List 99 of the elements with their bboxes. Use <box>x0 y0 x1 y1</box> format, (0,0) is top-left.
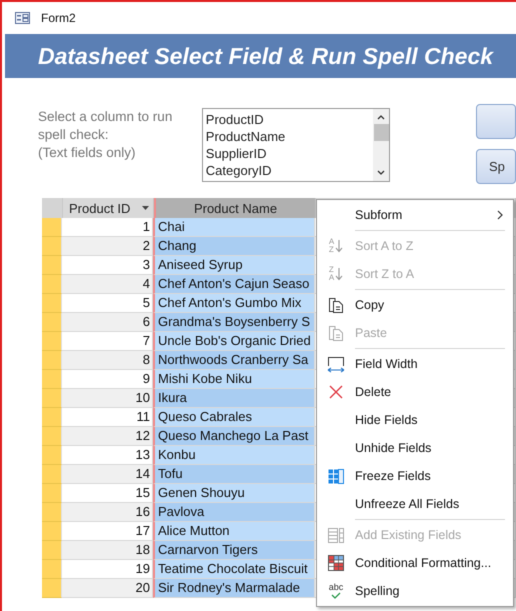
record-selector[interactable] <box>42 237 62 256</box>
table-cell: Uncle Bob's Organic Dried <box>153 332 315 351</box>
field-width-icon <box>327 356 345 372</box>
table-cell: 1 <box>62 218 153 237</box>
table-cell: 14 <box>62 465 153 484</box>
scroll-up-icon[interactable] <box>376 113 386 121</box>
table-cell: 19 <box>62 560 153 579</box>
menu-item[interactable]: Conditional Formatting... <box>317 549 513 577</box>
scrollbar[interactable] <box>373 109 389 181</box>
record-selector[interactable] <box>42 275 62 294</box>
field-list[interactable]: ProductID ProductName SupplierID CategoryID <box>202 108 390 182</box>
table-cell: Northwoods Cranberry Sa <box>153 351 315 370</box>
dropdown-arrow-icon[interactable] <box>142 206 150 210</box>
table-cell: 16 <box>62 503 153 522</box>
table-cell: 11 <box>62 408 153 427</box>
instruction-text: spell check: <box>38 126 110 144</box>
form-icon <box>15 12 30 24</box>
copy-icon <box>328 296 344 314</box>
menu-item[interactable]: Freeze Fields <box>317 462 513 490</box>
record-selector[interactable] <box>42 351 62 370</box>
record-selector[interactable] <box>42 294 62 313</box>
record-selector[interactable] <box>42 218 62 237</box>
table-cell: 12 <box>62 427 153 446</box>
spelling-button[interactable]: Sp <box>476 149 516 184</box>
table-cell: Ikura <box>153 389 315 408</box>
table-cell: Tofu <box>153 465 315 484</box>
menu-item[interactable]: Subform <box>317 201 513 229</box>
table-cell: Aniseed Syrup <box>153 256 315 275</box>
record-selector[interactable] <box>42 332 62 351</box>
table-cell: Sir Rodney's Marmalade <box>153 579 315 598</box>
record-selector[interactable] <box>42 522 62 541</box>
delete-icon <box>329 385 343 399</box>
table-cell: Genen Shouyu <box>153 484 315 503</box>
table-cell: 20 <box>62 579 153 598</box>
table-cell: Konbu <box>153 446 315 465</box>
table-cell: 3 <box>62 256 153 275</box>
field-list-item[interactable]: ProductID <box>206 111 370 128</box>
record-selector[interactable] <box>42 427 62 446</box>
table-cell: 4 <box>62 275 153 294</box>
table-cell: 15 <box>62 484 153 503</box>
record-selector[interactable] <box>42 313 62 332</box>
menu-item[interactable]: Field Width <box>317 350 513 378</box>
record-selector[interactable] <box>42 560 62 579</box>
table-cell: 17 <box>62 522 153 541</box>
table-cell: Pavlova <box>153 503 315 522</box>
instruction-text: (Text fields only) <box>38 144 137 162</box>
table-cell: Queso Manchego La Past <box>153 427 315 446</box>
table-cell: Chef Anton's Cajun Seaso <box>153 275 315 294</box>
column-header[interactable]: Product ID <box>63 198 154 218</box>
menu-item[interactable]: Unhide Fields <box>317 434 513 462</box>
table-cell: Teatime Chocolate Biscuit <box>153 560 315 579</box>
table-cell: Chang <box>153 237 315 256</box>
chevron-right-icon <box>497 210 503 220</box>
field-list-item[interactable]: CategoryID <box>206 162 370 179</box>
record-selector[interactable] <box>42 541 62 560</box>
table-cell: Grandma's Boysenberry S <box>153 313 315 332</box>
table-cell: Queso Cabrales <box>153 408 315 427</box>
menu-item[interactable]: Unfreeze All Fields <box>317 490 513 518</box>
menu-item[interactable]: Copy <box>317 291 513 319</box>
paste-icon <box>328 324 344 342</box>
table-cell: 5 <box>62 294 153 313</box>
fields-icon <box>328 528 344 542</box>
record-selector[interactable] <box>42 446 62 465</box>
record-selector[interactable] <box>42 370 62 389</box>
field-list-item[interactable]: SupplierID <box>206 145 370 162</box>
table-cell: 10 <box>62 389 153 408</box>
table-cell: Alice Mutton <box>153 522 315 541</box>
record-selector[interactable] <box>42 579 62 598</box>
record-selector[interactable] <box>42 408 62 427</box>
column-header[interactable]: Product Name <box>154 198 316 218</box>
record-selector[interactable] <box>42 256 62 275</box>
table-cell: Mishi Kobe Niku <box>153 370 315 389</box>
table-cell: 13 <box>62 446 153 465</box>
scroll-thumb[interactable] <box>374 124 388 141</box>
record-selector[interactable] <box>42 465 62 484</box>
table-cell: 6 <box>62 313 153 332</box>
select-all-corner[interactable] <box>42 198 63 218</box>
table-cell: Chef Anton's Gumbo Mix <box>153 294 315 313</box>
form-title: Datasheet Select Field & Run Spell Check <box>38 42 494 70</box>
menu-item[interactable]: Delete <box>317 378 513 406</box>
table-cell: 7 <box>62 332 153 351</box>
menu-item[interactable]: Hide Fields <box>317 406 513 434</box>
instruction-text: Select a column to run <box>38 108 174 126</box>
table-cell: 18 <box>62 541 153 560</box>
record-selector[interactable] <box>42 389 62 408</box>
grid-icon <box>328 468 344 484</box>
menu-item[interactable]: abc Spelling <box>317 577 513 605</box>
table-cell: 2 <box>62 237 153 256</box>
record-selector[interactable] <box>42 503 62 522</box>
form-button[interactable] <box>476 104 516 139</box>
table-cell: 9 <box>62 370 153 389</box>
table-cell: Carnarvon Tigers <box>153 541 315 560</box>
table-cell: Chai <box>153 218 315 237</box>
window-title: Form2 <box>41 11 76 25</box>
scroll-down-icon[interactable] <box>376 169 386 177</box>
field-list-item[interactable]: ProductName <box>206 128 370 145</box>
table-format-icon <box>328 555 344 571</box>
record-selector[interactable] <box>42 484 62 503</box>
table-cell: 8 <box>62 351 153 370</box>
